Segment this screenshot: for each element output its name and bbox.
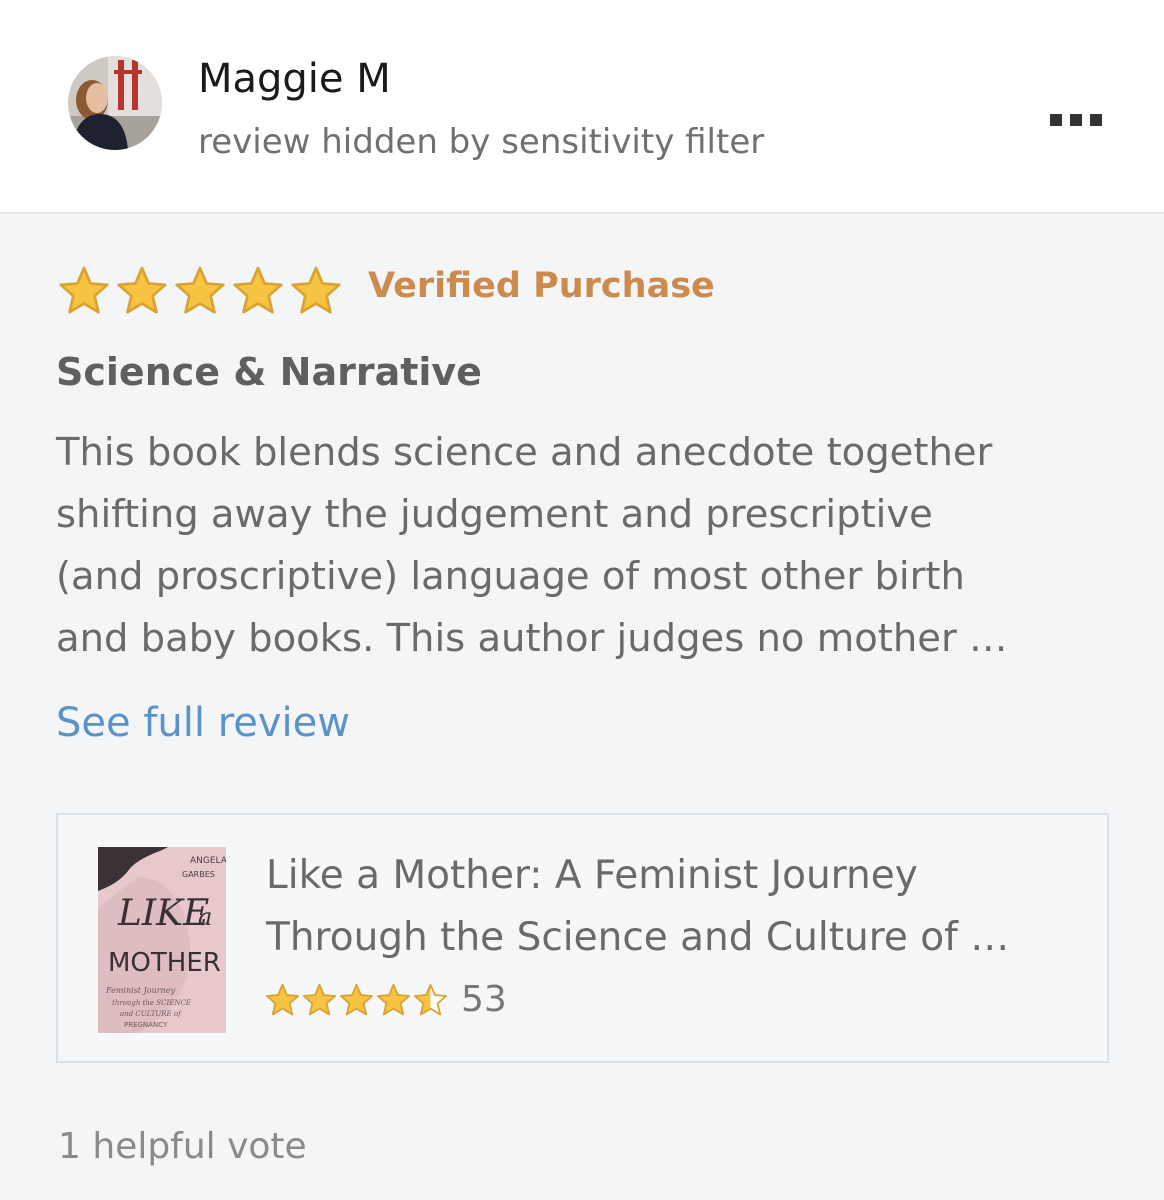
star-icon — [376, 983, 411, 1016]
more-dot — [1070, 114, 1082, 126]
avatar-image — [68, 56, 162, 150]
star-icon — [302, 983, 337, 1016]
product-title-line: Like a Mother: A Feminist Journey — [266, 853, 918, 898]
product-card[interactable]: ANGELA GARBES LIKE a MOTHER Feminist Jou… — [56, 813, 1109, 1063]
star-icon — [339, 983, 374, 1016]
review-body-line: shifting away the judgement and prescrip… — [56, 492, 933, 537]
cover-subtitle-3: and CULTURE of — [120, 1010, 182, 1018]
review-status-text: review hidden by sensitivity filter — [198, 122, 765, 162]
reviewer-name[interactable]: Maggie M — [198, 56, 391, 102]
verified-purchase-badge: Verified Purchase — [368, 266, 715, 306]
star-icon — [291, 266, 341, 314]
review-body-line: (and proscriptive) language of most othe… — [56, 554, 965, 599]
star-icon — [59, 266, 109, 314]
star-icon — [117, 266, 167, 314]
more-dot — [1090, 114, 1102, 126]
star-icon — [413, 983, 448, 1016]
star-icon — [175, 266, 225, 314]
cover-author: ANGELA — [190, 856, 226, 866]
cover-subtitle-4: PREGNANCY — [124, 1021, 168, 1029]
cover-title-like: LIKE — [117, 893, 209, 934]
book-cover-art: ANGELA GARBES LIKE a MOTHER Feminist Jou… — [98, 847, 228, 1033]
star-icon — [265, 983, 300, 1016]
cover-subtitle-1: Feminist Journey — [105, 986, 175, 995]
review-header: Maggie M review hidden by sensitivity fi… — [0, 0, 1164, 214]
product-title[interactable]: Like a Mother: A Feminist Journey Throug… — [266, 845, 1086, 969]
more-dot — [1050, 114, 1062, 126]
cover-author-2: GARBES — [182, 870, 215, 879]
cover-title-a: a — [198, 903, 212, 931]
product-rating-count: 53 — [461, 979, 507, 1020]
product-title-line: Through the Science and Culture of … — [266, 915, 1010, 960]
review-title: Science & Narrative — [56, 350, 482, 394]
review-star-rating — [56, 264, 344, 316]
review-body: This book blends science and anecdote to… — [56, 422, 1116, 670]
see-full-review-link[interactable]: See full review — [56, 700, 350, 746]
product-rating: 53 — [264, 979, 507, 1020]
review-body-line: This book blends science and anecdote to… — [56, 430, 993, 475]
cover-subtitle-2: through the SCIENCE — [112, 999, 191, 1007]
review-body-line: and baby books. This author judges no mo… — [56, 616, 1008, 661]
more-options-icon[interactable] — [1050, 100, 1114, 140]
cover-title-mother: MOTHER — [108, 948, 221, 978]
helpful-vote-count: 1 helpful vote — [58, 1126, 307, 1167]
star-icon — [233, 266, 283, 314]
product-cover-image[interactable]: ANGELA GARBES LIKE a MOTHER Feminist Jou… — [98, 847, 228, 1033]
avatar[interactable] — [68, 56, 162, 150]
product-star-rating — [264, 982, 449, 1017]
